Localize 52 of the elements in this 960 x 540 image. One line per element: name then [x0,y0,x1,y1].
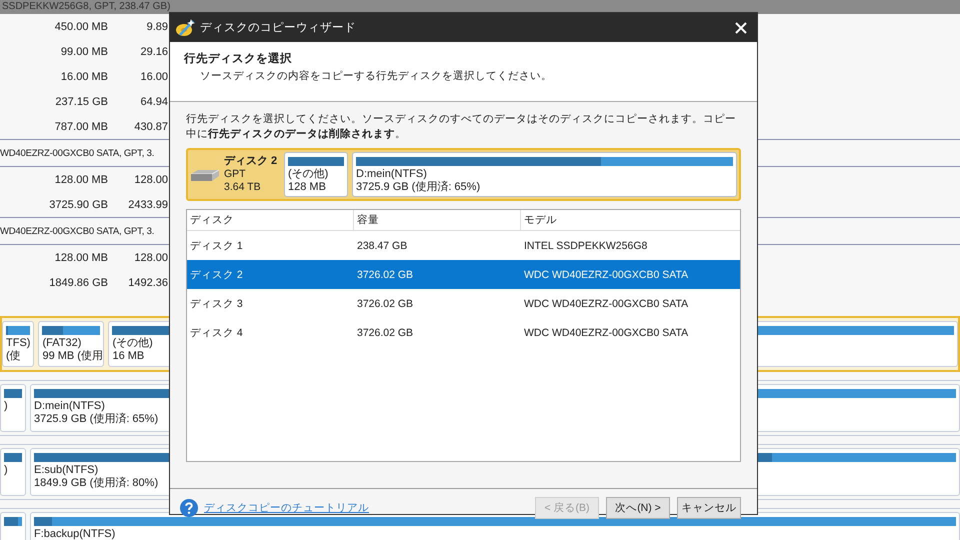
table-cell-text: ディスク 2 [189,268,244,282]
partition-style: GPT [224,168,247,181]
capacity-text: 787.00 MB [54,120,108,132]
window-title: ディスクのコピーウィザード [200,21,357,35]
used-text: 128.00 [133,174,168,186]
partition-label: F:backup(NTFS) [34,528,116,540]
partition-detail: 1849.9 GB (使用済: 80%) [34,477,160,490]
used-text: 64.94 [139,96,168,108]
capacity-text: 3725.90 GB [48,198,108,210]
table-cell-text: ディスク 3 [189,296,244,312]
partition-label: TFS) [6,337,30,350]
partition-label: (その他) [112,337,154,350]
used-text: 2433.99 [127,198,168,210]
capacity-text: 1849.86 GB [48,276,108,288]
disk-info-bar: SSDPEKKW256G8, GPT, 238.47 GB) [0,0,960,14]
partition-detail: 99 MB (使用 [42,350,100,363]
table-cell-text: ディスク 4 [189,326,244,340]
used-text: 29.16 [139,46,168,58]
table-cell-text: 3726.02 GB [356,268,414,282]
instruction-text: 行先ディスクを選択してください。ソースディスクのすべてのデータはそのディスクにコピーされます。コピー中に行先ディスクのデータは削除されます。 [186,112,737,142]
partition-detail: (使 [6,350,22,363]
capacity-text: 99.00 MB [60,46,108,58]
partition-label: D:mein(NTFS) [34,400,106,413]
table-cell-text: 3726.02 GB [356,326,414,340]
table-cell-text: WDC WD40EZRZ-00GXCB0 SATA [523,296,690,312]
table-cell-text: WDC WD40EZRZ-00GXCB0 SATA [523,268,690,282]
partition-detail: 3725.9 GB (使用済: 65%) [34,413,160,426]
partition-detail: 3725.9 GB (使用済: 65%) [356,181,482,194]
partition-detail: 16 MB [112,350,146,363]
table-cell-text: WDC WD40EZRZ-00GXCB0 SATA [523,326,690,340]
table-cell-text: 3726.02 GB [356,296,414,312]
step-heading: 行先ディスクを選択 [184,51,293,66]
disk-capacity: 3.64 TB [224,181,262,194]
capacity-text: 128.00 MB [54,174,108,186]
used-text: 430.87 [133,120,168,132]
used-text: 128.00 [133,252,168,264]
capacity-text: 450.00 MB [54,20,108,32]
partition-label: E:sub(NTFS) [34,464,100,477]
used-text: 1492.36 [127,276,168,288]
partition-detail: 128 MB [288,181,327,194]
partition-label: (FAT32) [42,337,82,350]
partition-label: ) [4,464,9,477]
partition-label: (その他) [288,168,330,181]
capacity-text: 237.15 GB [54,96,108,108]
capacity-text: 16.00 MB [60,70,108,82]
partition-label: ) [4,400,9,413]
step-description: ソースディスクの内容をコピーする行先ディスクを選択してください。 [199,69,553,83]
used-text: 9.89 [146,20,168,32]
partition-label: D:mein(NTFS) [356,168,428,181]
capacity-text: 128.00 MB [54,252,108,264]
used-text: 16.00 [139,70,168,82]
disk-name: ディスク 2 [224,155,278,168]
